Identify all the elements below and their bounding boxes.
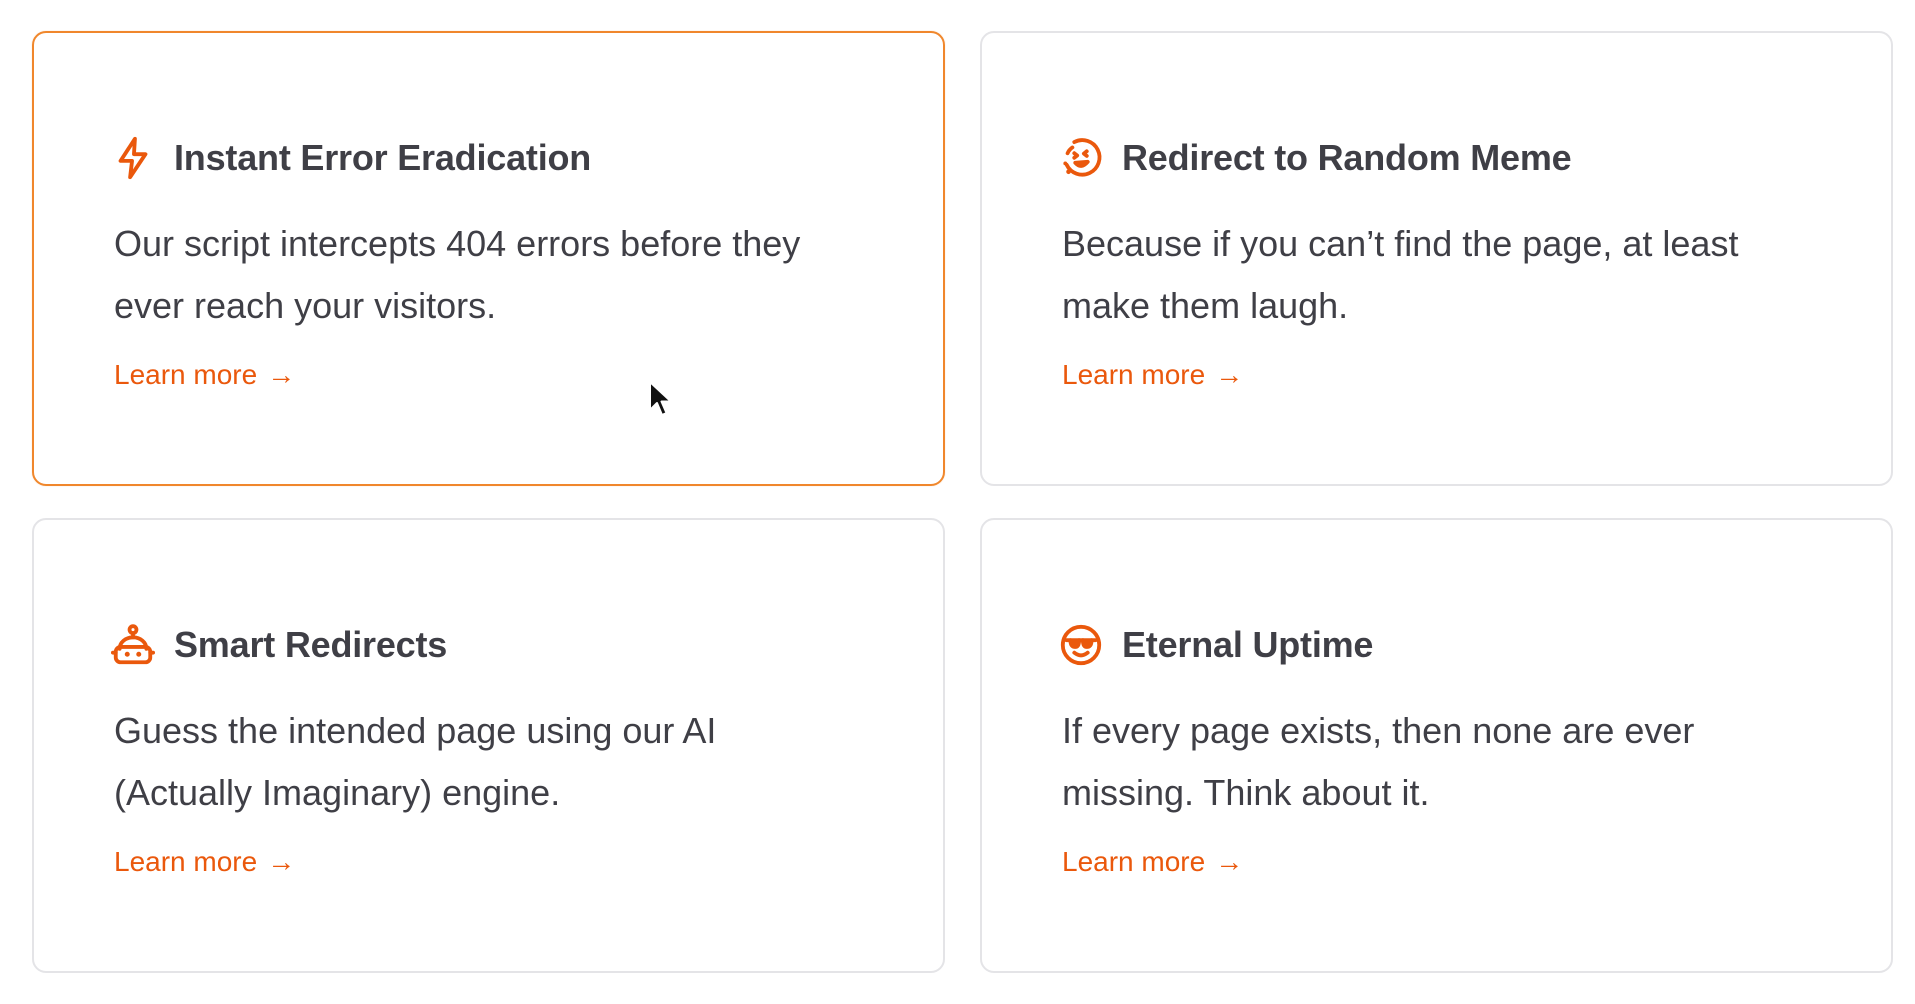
- learn-more-link[interactable]: Learn more →: [1062, 359, 1243, 391]
- sunglasses-face-icon: [1058, 622, 1104, 668]
- feature-card-smart-redirects[interactable]: Smart Redirects Guess the intended page …: [32, 518, 945, 973]
- learn-more-label: Learn more: [114, 846, 258, 877]
- learn-more-label: Learn more: [1062, 846, 1206, 877]
- card-description: Guess the intended page using our AI (Ac…: [114, 710, 717, 813]
- learn-more-label: Learn more: [114, 359, 258, 390]
- feature-card-instant-error-eradication[interactable]: Instant Error Eradication Our script int…: [32, 31, 945, 486]
- learn-more-link[interactable]: Learn more →: [1062, 846, 1243, 878]
- arrow-right-icon: →: [267, 846, 296, 877]
- arrow-right-icon: →: [267, 359, 296, 390]
- learn-more-link[interactable]: Learn more →: [114, 359, 295, 391]
- robot-icon: [110, 622, 156, 668]
- laughing-face-icon: [1058, 135, 1104, 181]
- card-title: Smart Redirects: [174, 624, 448, 665]
- mouse-cursor-icon: [649, 381, 672, 416]
- learn-more-label: Learn more: [1062, 359, 1206, 390]
- card-title: Redirect to Random Meme: [1122, 137, 1572, 178]
- arrow-right-icon: →: [1215, 846, 1244, 877]
- card-description: Our script intercepts 404 errors before …: [114, 223, 801, 326]
- card-header: Redirect to Random Meme: [1062, 133, 1811, 183]
- arrow-right-icon: →: [1215, 359, 1244, 390]
- card-title: Eternal Uptime: [1122, 624, 1374, 665]
- card-title: Instant Error Eradication: [174, 137, 592, 178]
- feature-grid: Instant Error Eradication Our script int…: [32, 31, 1898, 973]
- feature-card-eternal-uptime[interactable]: Eternal Uptime If every page exists, the…: [980, 518, 1893, 973]
- card-header: Smart Redirects: [110, 620, 863, 670]
- learn-more-link[interactable]: Learn more →: [114, 846, 295, 878]
- card-header: Instant Error Eradication: [114, 133, 863, 183]
- card-description: If every page exists, then none are ever…: [1062, 710, 1695, 813]
- lightning-bolt-icon: [110, 135, 156, 181]
- card-header: Eternal Uptime: [1060, 620, 1811, 670]
- feature-card-redirect-to-random-meme[interactable]: Redirect to Random Meme Because if you c…: [980, 31, 1893, 486]
- card-description: Because if you can’t find the page, at l…: [1062, 223, 1739, 326]
